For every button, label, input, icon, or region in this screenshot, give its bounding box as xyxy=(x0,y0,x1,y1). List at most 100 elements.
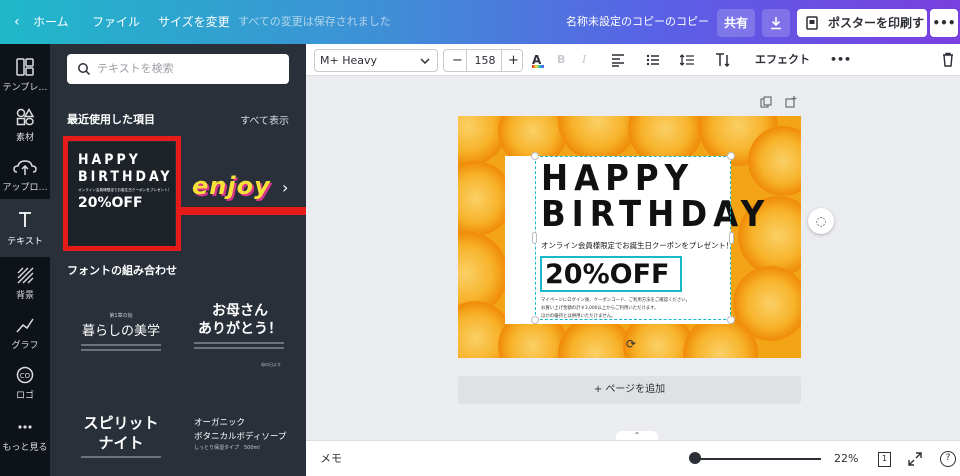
combo4-line2: ボタニカルボディソープ xyxy=(194,432,287,442)
rail-label: もっと見る xyxy=(2,443,48,453)
combo1-small: 第1章の始 xyxy=(109,313,133,319)
home-button[interactable]: ホーム xyxy=(33,0,69,44)
print-poster-button[interactable]: ポスターを印刷する xyxy=(797,9,927,58)
page-count: 1 xyxy=(878,452,891,467)
notes-button[interactable]: メモ xyxy=(320,441,342,476)
rail-item-charts[interactable]: グラフ xyxy=(0,307,50,357)
resize-handle[interactable] xyxy=(531,316,539,324)
combo3-line1: スピリット xyxy=(83,414,159,432)
rail-item-templates[interactable]: テンプレ… xyxy=(0,49,50,99)
rail-label: グラフ xyxy=(11,341,39,351)
stepper-divider xyxy=(466,50,467,71)
file-menu[interactable]: ファイル xyxy=(92,0,140,44)
rail-item-background[interactable]: 背景 xyxy=(0,257,50,307)
background-icon xyxy=(17,267,34,284)
more-icon xyxy=(18,425,32,429)
font-size-stepper: − 158 + xyxy=(443,49,523,72)
text-icon xyxy=(19,212,31,227)
rail-label: テンプレ… xyxy=(2,83,48,93)
combo3-body-lines xyxy=(81,456,161,461)
rail-item-more[interactable]: もっと見る xyxy=(0,409,50,459)
font-size-minus[interactable]: − xyxy=(452,50,463,71)
align-left-icon[interactable] xyxy=(611,53,625,67)
chart-icon xyxy=(16,318,34,333)
font-size-plus[interactable]: + xyxy=(508,50,519,71)
rail-label: 素材 xyxy=(15,133,34,143)
search-icon xyxy=(78,63,91,76)
duplicate-page-icon[interactable] xyxy=(760,96,772,108)
add-page-icon[interactable] xyxy=(785,96,797,108)
font-size-value[interactable]: 158 xyxy=(472,50,498,71)
more-options-button[interactable]: ••• xyxy=(930,9,958,37)
rail-label: アップロ… xyxy=(2,183,48,193)
effects-button[interactable]: エフェクト xyxy=(755,44,810,76)
document-title[interactable]: 名称未設定のコピーのコピー xyxy=(566,0,709,44)
zoom-slider-track[interactable] xyxy=(691,458,821,460)
resize-button[interactable]: サイズを変更 xyxy=(158,0,230,44)
combo2-line1: お母さん xyxy=(212,303,268,319)
side-rail: テンプレ… 素材 アップロ… テキスト 背景 グラフ CO ロゴ もっと見る xyxy=(0,44,50,476)
combo4-line1: オーガニック xyxy=(194,418,246,428)
elements-icon xyxy=(16,108,35,126)
recent-section-title: 最近使用した項目 xyxy=(67,113,155,126)
color-swatch xyxy=(532,65,544,68)
save-status: すべての変更は保存されました xyxy=(238,15,391,28)
comment-icon[interactable]: ◌ xyxy=(808,208,834,234)
search-input[interactable]: テキストを検索 xyxy=(67,54,289,84)
font-combo-1[interactable]: 第1章の始 暮らしの美学 xyxy=(67,288,175,388)
text-orientation-icon[interactable] xyxy=(715,52,731,68)
see-all-link[interactable]: すべて表示 xyxy=(240,112,289,127)
rail-label: 背景 xyxy=(15,291,34,301)
bold-button[interactable]: B xyxy=(557,44,565,76)
combo1-title: 暮らしの美学 xyxy=(81,324,160,339)
stepper-divider xyxy=(501,50,502,71)
combo4-line3: しっとり保湿タイプ 500ml xyxy=(194,445,260,451)
toolbar-more-button[interactable]: ••• xyxy=(830,44,851,76)
rail-item-uploads[interactable]: アップロ… xyxy=(0,149,50,199)
logo-icon: CO xyxy=(16,366,34,384)
text-panel: テキストを検索 最近使用した項目 すべて表示 HAPPY BIRTHDAY オン… xyxy=(50,44,306,476)
combo1-body-lines xyxy=(81,344,161,354)
rotate-icon[interactable]: ⟳ xyxy=(626,337,636,351)
share-button[interactable]: 共有 xyxy=(717,9,755,37)
download-icon xyxy=(771,17,781,30)
combo2-sign: 母の日より xyxy=(261,362,281,367)
rail-item-text[interactable]: テキスト xyxy=(0,199,50,257)
rail-label: テキスト xyxy=(7,237,43,247)
orange-slice xyxy=(558,116,638,161)
text-color-button[interactable]: A xyxy=(532,44,546,76)
help-icon: ? xyxy=(940,451,956,467)
combo2-body-lines xyxy=(194,342,284,352)
selection-frame xyxy=(535,156,731,320)
resize-handle[interactable] xyxy=(729,232,734,244)
resize-handle[interactable] xyxy=(727,152,735,160)
upload-icon xyxy=(13,160,37,175)
trash-icon[interactable] xyxy=(942,52,954,67)
template-icon xyxy=(16,58,34,76)
add-page-button[interactable]: + ページを追加 xyxy=(458,376,801,404)
back-chevron-icon[interactable]: ‹ xyxy=(14,0,20,44)
bottom-bar: メモ 22% 1 ? xyxy=(306,440,960,476)
rail-label: ロゴ xyxy=(15,391,34,401)
top-bar: ‹ ホーム ファイル サイズを変更 すべての変更は保存されました 名称未設定のコ… xyxy=(0,0,960,58)
svg-text:CO: CO xyxy=(20,372,31,380)
italic-button[interactable]: I xyxy=(582,44,586,76)
font-combo-2[interactable]: お母さん ありがとう！ 母の日より xyxy=(186,288,294,388)
rail-item-logo[interactable]: CO ロゴ xyxy=(0,357,50,407)
combo3-line2: ナイト xyxy=(98,434,144,452)
highlight-box xyxy=(63,136,181,251)
resize-handle[interactable] xyxy=(727,316,735,324)
font-selector[interactable]: M+ Heavy xyxy=(314,49,438,72)
line-spacing-icon[interactable] xyxy=(680,53,694,67)
zoom-level[interactable]: 22% xyxy=(834,441,858,476)
font-combo-4[interactable]: オーガニック ボタニカルボディソープ しっとり保湿タイプ 500ml xyxy=(186,408,294,476)
fullscreen-icon[interactable] xyxy=(908,452,922,466)
resize-handle[interactable] xyxy=(531,152,539,160)
rail-item-elements[interactable]: 素材 xyxy=(0,99,50,149)
zoom-slider-knob[interactable] xyxy=(689,452,701,464)
font-combo-3[interactable]: スピリット ナイト xyxy=(67,408,175,476)
list-icon[interactable] xyxy=(646,53,660,67)
font-name: M+ Heavy xyxy=(320,54,378,67)
resize-handle[interactable] xyxy=(532,232,537,244)
download-button[interactable] xyxy=(762,9,790,37)
